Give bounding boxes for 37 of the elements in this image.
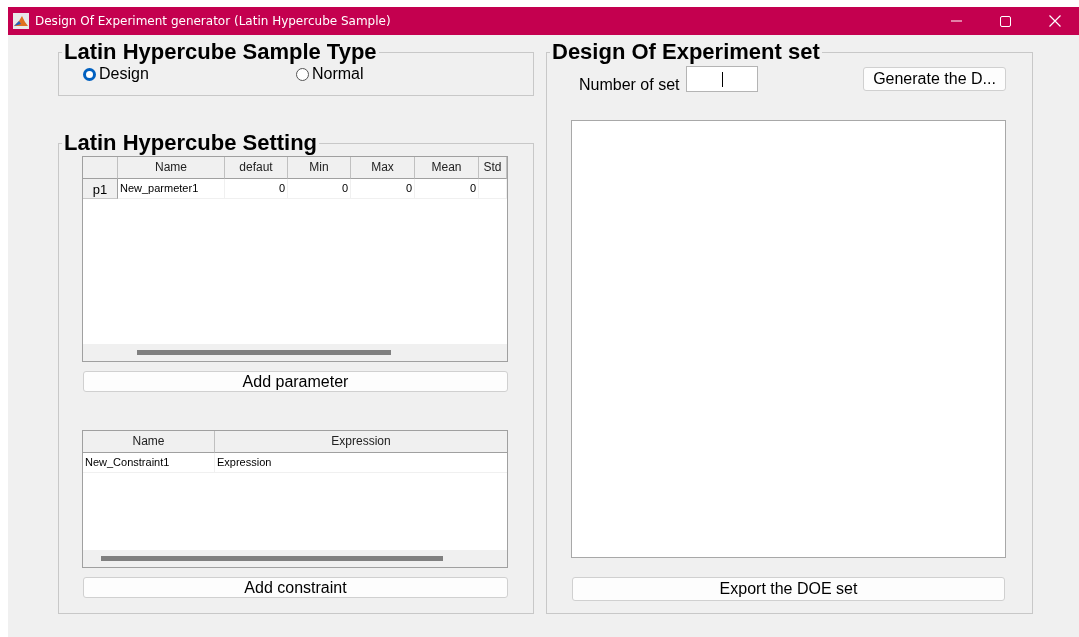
table-cell: 0	[288, 179, 351, 199]
table-cell: New_Constraint1	[83, 453, 215, 473]
group-title: Design Of Experiment set	[551, 40, 821, 64]
radio-button[interactable]	[296, 67, 309, 81]
row-header: p1	[83, 179, 118, 199]
column-header[interactable]: Name	[118, 157, 225, 179]
radio-label: Design	[99, 65, 149, 83]
table-cell: 0	[415, 179, 479, 199]
field-label: Number of set	[579, 76, 680, 94]
maximize-icon[interactable]	[1000, 15, 1011, 27]
window-title: Design Of Experiment generator (Latin Hypercube Sample)	[35, 14, 392, 28]
corner-header	[83, 157, 118, 179]
column-header[interactable]: Mean	[415, 157, 479, 179]
table-cell: 0	[351, 179, 415, 199]
add-parameter-button[interactable]: Add parameter	[83, 371, 508, 392]
radio-button[interactable]	[83, 67, 96, 81]
close-icon[interactable]	[1048, 15, 1061, 27]
table-cell	[479, 179, 507, 199]
horizontal-scrollbar[interactable]	[83, 344, 507, 361]
export-button[interactable]: Export the DOE set	[572, 577, 1005, 601]
peak-icon	[13, 13, 29, 29]
column-header[interactable]: Expression	[215, 431, 507, 453]
input-field[interactable]	[686, 66, 759, 92]
column-header[interactable]: Min	[288, 157, 351, 179]
table-cell: New_parmeter1	[118, 179, 225, 199]
column-header[interactable]: Max	[351, 157, 415, 179]
group-title: Latin Hypercube Sample Type	[63, 40, 378, 64]
table-cell: 0	[225, 179, 288, 199]
column-header[interactable]: defaut	[225, 157, 288, 179]
add-constraint-button[interactable]: Add constraint	[83, 577, 508, 598]
table-cell: Expression	[215, 453, 507, 473]
column-header[interactable]: Std	[479, 157, 507, 179]
column-header[interactable]: Name	[83, 431, 215, 453]
group-title: Latin Hypercube Setting	[63, 131, 319, 155]
generate-button[interactable]: Generate the D...	[863, 67, 1006, 91]
radio-label: Normal	[312, 65, 364, 83]
horizontal-scrollbar[interactable]	[83, 550, 507, 567]
